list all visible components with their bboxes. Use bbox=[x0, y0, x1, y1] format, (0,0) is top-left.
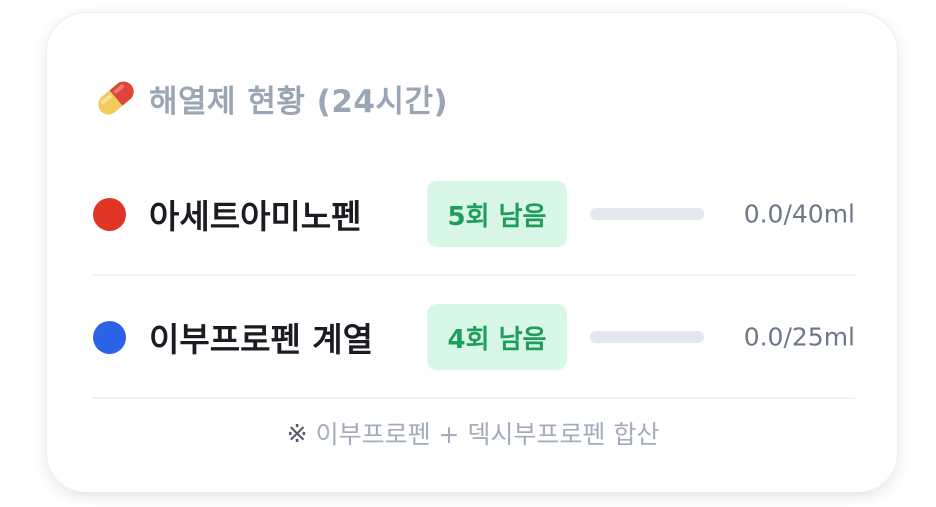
reference-mark-icon: ※ bbox=[286, 418, 308, 448]
footnote-text: 이부프로펜 + 덱시부프로펜 합산 bbox=[315, 420, 660, 449]
card-title-text: 해열제 현황 (24시간) bbox=[149, 83, 449, 120]
row-divider bbox=[93, 274, 855, 276]
card-title: 해열제 현황 (24시간) bbox=[93, 75, 448, 121]
medication-row-acetaminophen: 아세트아미노펜 5회 남음 0.0/40ml bbox=[93, 181, 855, 247]
dose-amount: 0.0/40ml bbox=[743, 199, 855, 229]
antipyretic-status-card: 해열제 현황 (24시간) 아세트아미노펜 5회 남음 0.0/40ml 이부프… bbox=[46, 12, 898, 493]
medication-name: 이부프로펜 계열 bbox=[149, 320, 374, 359]
remaining-doses-badge: 5회 남음 bbox=[427, 181, 567, 247]
red-dot-icon bbox=[93, 197, 126, 231]
dose-amount: 0.0/25ml bbox=[743, 322, 855, 352]
blue-dot-icon bbox=[93, 320, 126, 354]
pill-icon bbox=[93, 75, 139, 121]
medication-name: 아세트아미노펜 bbox=[149, 197, 362, 236]
footnote: ※ 이부프로펜 + 덱시부프로펜 합산 bbox=[47, 413, 899, 453]
dose-progress-bar bbox=[590, 208, 704, 220]
remaining-doses-badge: 4회 남음 bbox=[427, 304, 567, 370]
dose-progress-bar bbox=[590, 331, 704, 343]
row-divider bbox=[93, 397, 855, 399]
medication-row-ibuprofen: 이부프로펜 계열 4회 남음 0.0/25ml bbox=[93, 304, 855, 370]
